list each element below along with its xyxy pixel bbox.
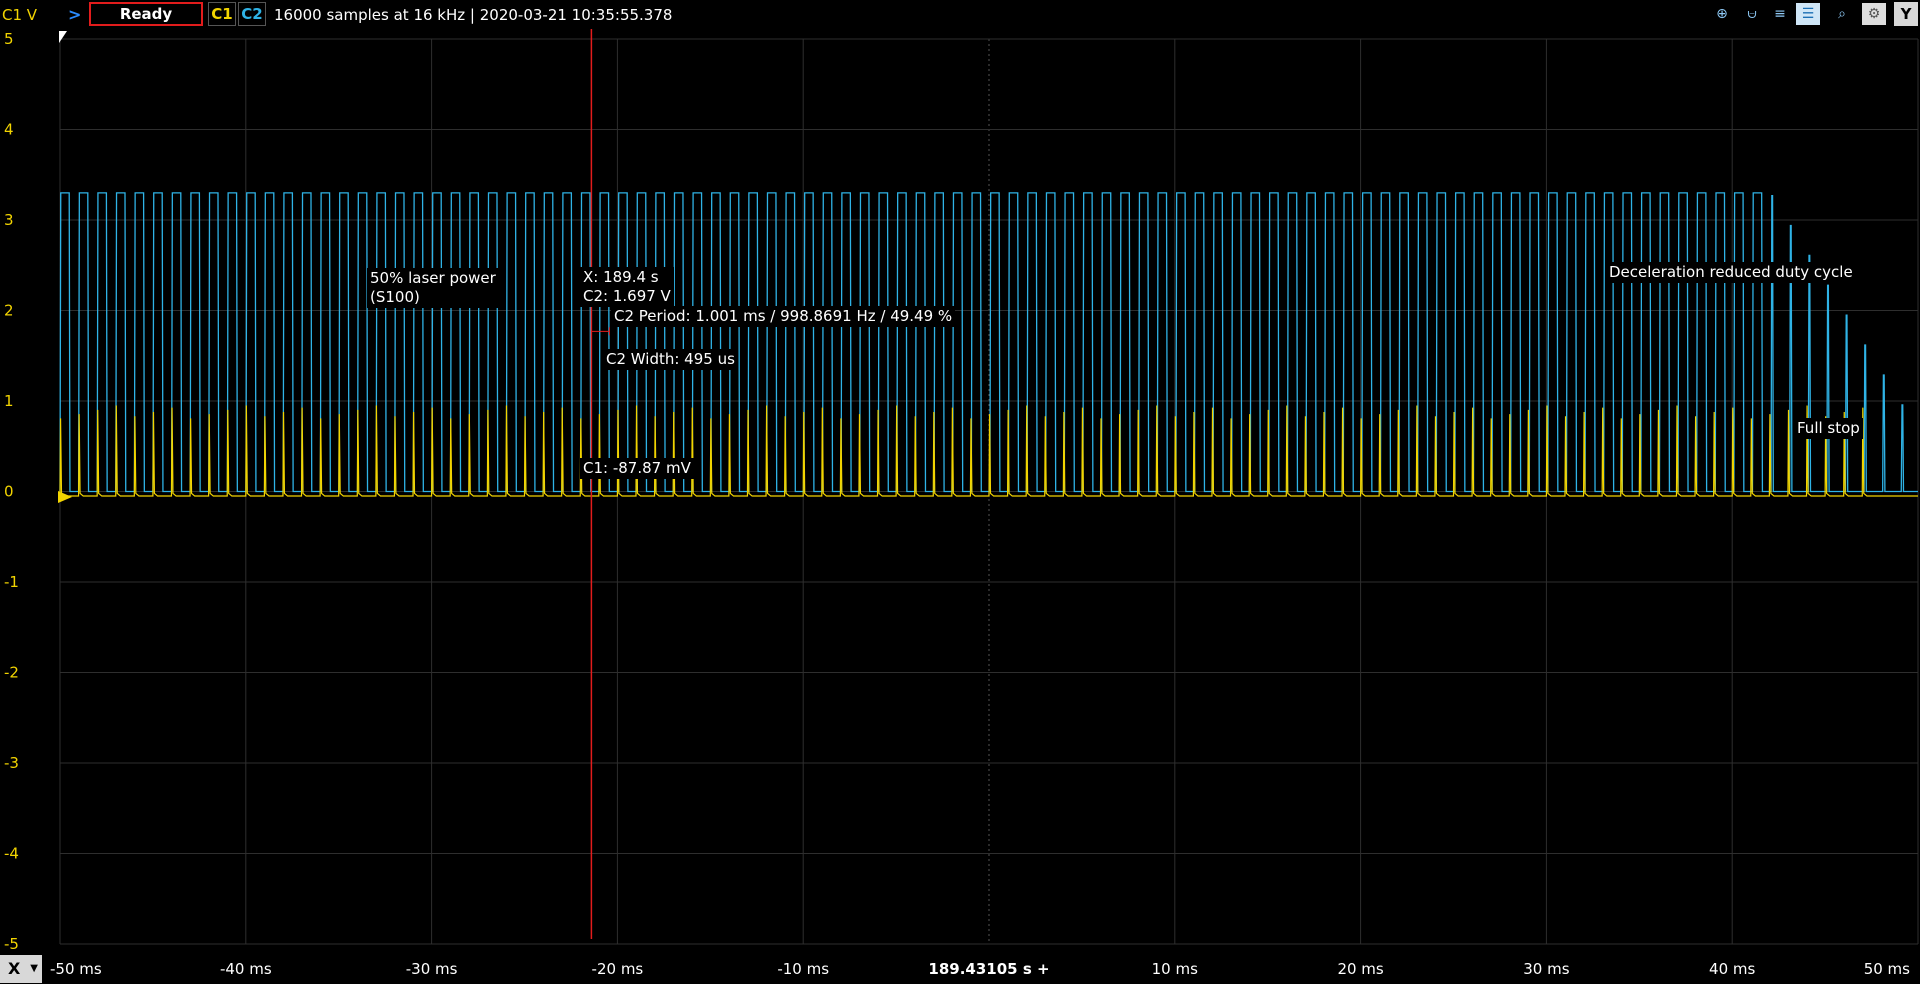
x-tick-label: 20 ms bbox=[1337, 960, 1383, 978]
y-axis-button[interactable]: Y bbox=[1894, 2, 1918, 26]
cursor-c1-value: C1: -87.87 mV bbox=[580, 458, 694, 479]
acquisition-info: 16000 samples at 16 kHz | 2020-03-21 10:… bbox=[274, 6, 673, 24]
x-tick-label: 50 ms bbox=[1864, 960, 1910, 978]
y-tick-label: 1 bbox=[4, 392, 14, 410]
y-tick-label: -4 bbox=[4, 845, 19, 863]
zoom-in-icon[interactable]: ⊕ bbox=[1710, 3, 1734, 25]
annotation-deceleration: Deceleration reduced duty cycle bbox=[1606, 262, 1856, 283]
cursor-x-value: X: 189.4 s bbox=[583, 268, 659, 286]
x-axis-button-label: X bbox=[8, 959, 21, 978]
magnifier-icon[interactable]: ⌕ bbox=[1830, 3, 1854, 25]
y-tick-label: 2 bbox=[4, 302, 14, 320]
c2-width-measure: C2 Width: 495 us bbox=[603, 349, 738, 370]
settings-gear-icon[interactable]: ⚙ bbox=[1862, 3, 1886, 25]
y-tick-label: 4 bbox=[4, 121, 14, 139]
cursor-readout: X: 189.4 s C2: 1.697 V bbox=[580, 267, 674, 307]
y-tick-label: -1 bbox=[4, 573, 19, 591]
x-tick-label: -50 ms bbox=[50, 960, 102, 978]
cursor-xy-icon[interactable]: ☰ bbox=[1796, 3, 1820, 25]
cursor-c2-value: C2: 1.697 V bbox=[583, 287, 671, 305]
x-axis-button[interactable]: X ▼ bbox=[0, 955, 42, 983]
x-tick-label: -40 ms bbox=[220, 960, 272, 978]
x-tick-label: 40 ms bbox=[1709, 960, 1755, 978]
toolbar: C1 V > Ready C1 C2 16000 samples at 16 k… bbox=[0, 0, 1920, 29]
status-ready-button[interactable]: Ready bbox=[89, 2, 203, 26]
channel-c2-button[interactable]: C2 bbox=[238, 2, 266, 26]
x-axis-labels: -50 ms -40 ms -30 ms -20 ms -10 ms 10 ms 20 ms… bbox=[50, 960, 1910, 978]
y-tick-label: -3 bbox=[4, 754, 19, 772]
x-tick-label: -20 ms bbox=[592, 960, 644, 978]
run-arrow-icon[interactable]: > bbox=[68, 5, 81, 24]
annotation-full-stop: Full stop bbox=[1794, 418, 1863, 439]
y-tick-label: 3 bbox=[4, 211, 14, 229]
c1-trace bbox=[59, 405, 1918, 497]
trigger-marker-icon bbox=[58, 491, 72, 503]
x-axis-bar: -50 ms -40 ms -30 ms -20 ms -10 ms 10 ms 20 ms… bbox=[0, 953, 1920, 984]
y-tick-label: 0 bbox=[4, 483, 14, 501]
y-axis-labels: 5 4 3 2 1 0 -1 -2 -3 -4 -5 bbox=[4, 30, 19, 953]
x-tick-label: 30 ms bbox=[1523, 960, 1569, 978]
x-tick-label: 10 ms bbox=[1152, 960, 1198, 978]
y-tick-label: -2 bbox=[4, 664, 19, 682]
cursor-vertical-icon[interactable]: ≡ bbox=[1768, 3, 1792, 25]
annotation-laser-line1: 50% laser power bbox=[370, 269, 496, 287]
annotation-laser-line2: (S100) bbox=[370, 288, 420, 306]
channel-unit-label: C1 V bbox=[2, 6, 38, 24]
y-tick-label: -5 bbox=[4, 935, 19, 953]
center-time-label: 189.43105 s + bbox=[928, 960, 1049, 978]
channel-c1-button[interactable]: C1 bbox=[208, 2, 236, 26]
cursor-horizontal-icon[interactable]: ⩁ bbox=[1740, 3, 1764, 25]
x-tick-label: -30 ms bbox=[406, 960, 458, 978]
y-tick-label: 5 bbox=[4, 30, 14, 48]
c2-period-measure: C2 Period: 1.001 ms / 998.8691 Hz / 49.4… bbox=[611, 306, 956, 327]
annotation-laser-power: 50% laser power (S100) bbox=[367, 268, 499, 308]
chevron-down-icon[interactable]: ▼ bbox=[30, 955, 38, 983]
scope-plot[interactable]: 5 4 3 2 1 0 -1 -2 -3 -4 -5 bbox=[0, 29, 1920, 969]
x-tick-label: -10 ms bbox=[777, 960, 829, 978]
